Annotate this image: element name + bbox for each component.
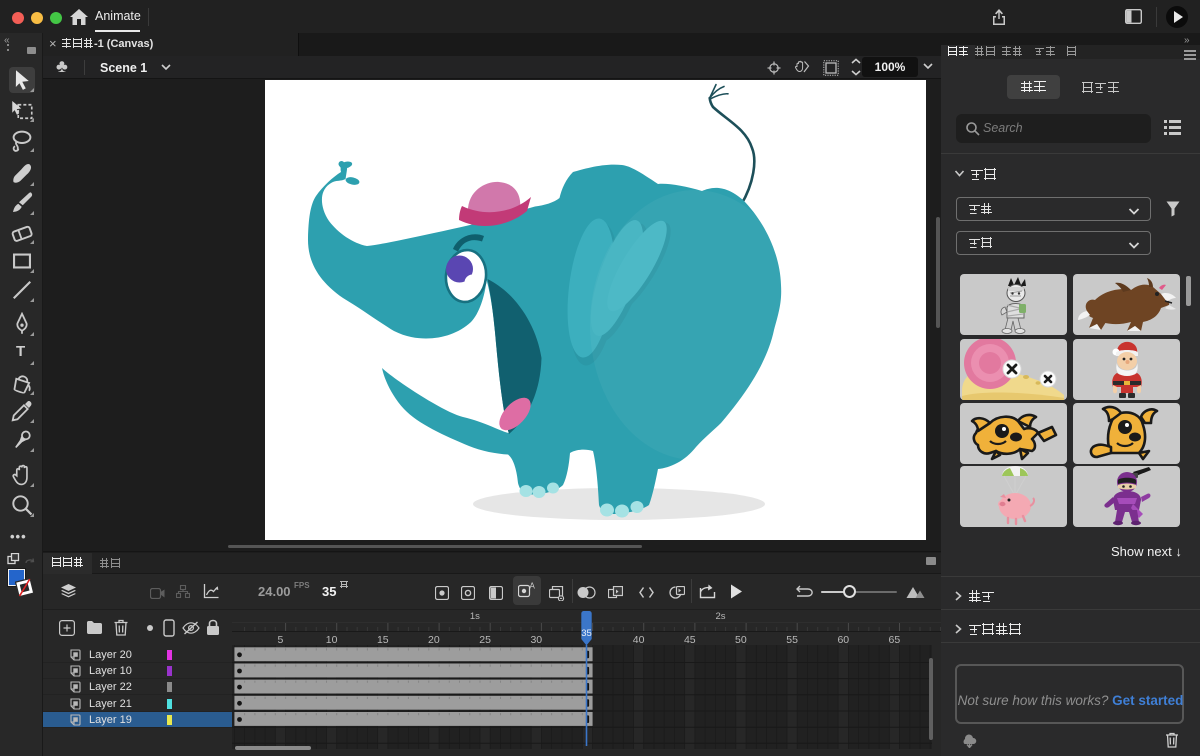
svg-text:50: 50 <box>735 634 747 645</box>
svg-text:5: 5 <box>277 634 283 645</box>
svg-text:15: 15 <box>377 634 389 645</box>
svg-text:45: 45 <box>684 634 696 645</box>
svg-text:40: 40 <box>633 634 645 645</box>
svg-text:10: 10 <box>326 634 338 645</box>
svg-text:2s: 2s <box>715 611 725 622</box>
svg-text:A: A <box>530 582 536 591</box>
svg-text:55: 55 <box>786 634 798 645</box>
svg-text:60: 60 <box>837 634 849 645</box>
svg-text:65: 65 <box>889 634 901 645</box>
svg-text:20: 20 <box>428 634 440 645</box>
svg-text:1s: 1s <box>470 611 480 622</box>
svg-text:35: 35 <box>581 628 592 639</box>
svg-text:30: 30 <box>530 634 542 645</box>
svg-text:25: 25 <box>479 634 491 645</box>
